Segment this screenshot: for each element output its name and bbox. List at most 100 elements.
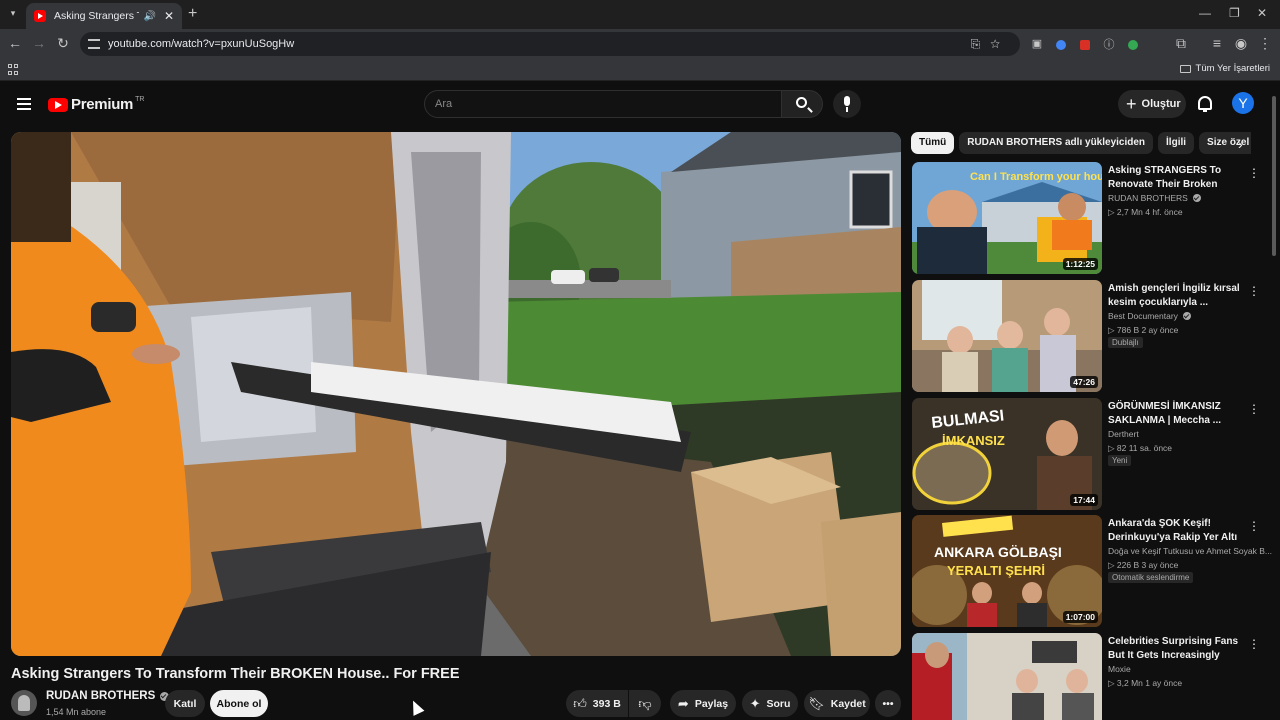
dubbed-badge: Dublajlı bbox=[1108, 337, 1143, 348]
recommendation-title[interactable]: Ankara'da ŞOK Keşif! Derinkuyu'ya Rakip … bbox=[1108, 517, 1242, 545]
channel-text: Derthert bbox=[1108, 429, 1139, 439]
close-tab-icon[interactable]: ✕ bbox=[164, 9, 174, 23]
account-avatar[interactable]: Y bbox=[1232, 92, 1254, 114]
more-vertical-icon[interactable]: ⋮ bbox=[1248, 402, 1260, 416]
chip-all[interactable]: Tümü bbox=[911, 132, 955, 154]
chip-for-you[interactable]: Size özel bbox=[1199, 132, 1251, 154]
recommendation-channel[interactable]: Best Documentary bbox=[1108, 311, 1191, 321]
youtube-play-icon bbox=[48, 97, 68, 112]
save-button[interactable]: 🔖︎ Kaydet bbox=[804, 690, 870, 717]
extension-red-icon[interactable] bbox=[1076, 37, 1094, 53]
video-title: Asking Strangers To Transform Their BROK… bbox=[11, 666, 460, 682]
create-button[interactable]: + Oluştur bbox=[1118, 90, 1186, 118]
extension-green-icon[interactable] bbox=[1124, 37, 1142, 53]
page-scrollbar[interactable] bbox=[1272, 96, 1276, 256]
recommendation-item[interactable]: 47:26 Amish gençleri İngiliz kırsal kesi… bbox=[912, 280, 1260, 392]
recommendation-title[interactable]: Asking STRANGERS To Renovate Their Broke… bbox=[1108, 164, 1242, 192]
video-thumbnail[interactable] bbox=[912, 633, 1102, 720]
more-vertical-icon[interactable]: ⋮ bbox=[1248, 166, 1260, 180]
bookmark-icon: 🔖︎ bbox=[808, 695, 825, 711]
recommendation-title[interactable]: GÖRÜNMESİ İMKANSIZ SAKLANMA | Meccha ... bbox=[1108, 400, 1242, 428]
restore-icon[interactable]: ❐ bbox=[1229, 6, 1240, 20]
like-button[interactable]: 👍︎ 393 B bbox=[566, 690, 628, 717]
channel-text: RUDAN BROTHERS bbox=[1108, 193, 1188, 203]
search-button[interactable] bbox=[781, 90, 823, 118]
channel-name-text: RUDAN BROTHERS bbox=[46, 690, 156, 702]
thumbnail-caption: Can I Transform your house? bbox=[970, 171, 1102, 183]
ask-button[interactable]: ✦ Soru bbox=[742, 690, 798, 717]
recommendation-item[interactable]: Can I Transform your house? 1:12:25 Aski… bbox=[912, 162, 1260, 274]
like-count: 393 B bbox=[592, 697, 621, 710]
verified-badge-icon bbox=[1182, 312, 1191, 320]
extension-icon[interactable]: ▣ bbox=[1028, 37, 1046, 50]
recommendation-channel[interactable]: Doğa ve Keşif Tutkusu ve Ahmet Soyak B..… bbox=[1108, 546, 1272, 556]
share-label: Paylaş bbox=[694, 697, 729, 710]
subscribe-button[interactable]: Abone ol bbox=[210, 690, 268, 717]
minimize-icon[interactable]: — bbox=[1199, 6, 1211, 20]
recommendation-item[interactable]: BULMASI İMKANSIZ 17:44 GÖRÜNMESİ İMKANSI… bbox=[912, 398, 1260, 510]
chip-from-uploader[interactable]: RUDAN BROTHERS adlı yükleyiciden bbox=[959, 132, 1154, 154]
all-bookmarks-button[interactable]: Tüm Yer İşaretleri bbox=[1179, 63, 1270, 74]
address-bar[interactable]: youtube.com/watch?v=pxunUuSogHw ⎘☆ bbox=[80, 32, 1020, 56]
recommendation-title[interactable]: Amish gençleri İngiliz kırsal kesim çocu… bbox=[1108, 282, 1242, 310]
recommendation-item[interactable]: ANKARA GÖLBAŞI YERALTI ŞEHRİ 1:07:00 Ank… bbox=[912, 515, 1272, 627]
more-vertical-icon[interactable]: ⋮ bbox=[1248, 519, 1260, 533]
new-tab-icon[interactable]: + bbox=[188, 5, 197, 23]
recommendation-channel[interactable]: Derthert bbox=[1108, 429, 1139, 439]
folder-icon bbox=[1179, 64, 1191, 73]
video-thumbnail[interactable]: Can I Transform your house? 1:12:25 bbox=[912, 162, 1102, 274]
browser-menu-icon[interactable]: ⋮ bbox=[1256, 35, 1274, 52]
save-label: Kaydet bbox=[830, 697, 866, 710]
profile-icon[interactable]: ◉ bbox=[1232, 35, 1250, 52]
video-thumbnail[interactable]: ANKARA GÖLBAŞI YERALTI ŞEHRİ 1:07:00 bbox=[912, 515, 1102, 627]
dislike-button[interactable]: 👎︎ bbox=[629, 690, 661, 717]
region-code: TR bbox=[135, 96, 145, 103]
channel-avatar[interactable] bbox=[11, 690, 37, 716]
recommendation-item[interactable]: Celebrities Surprising Fans But It Gets … bbox=[912, 633, 1260, 720]
back-icon[interactable]: ← bbox=[6, 35, 24, 51]
chevron-right-icon[interactable]: › bbox=[1238, 136, 1243, 152]
extension-blue-icon[interactable] bbox=[1052, 37, 1070, 53]
video-thumbnail[interactable]: 47:26 bbox=[912, 280, 1102, 392]
filter-chips: Tümü RUDAN BROTHERS adlı yükleyiciden İlgi… bbox=[911, 132, 1251, 154]
subscriber-count: 1,54 Mn abone bbox=[46, 707, 107, 717]
chip-related[interactable]: İlgili bbox=[1158, 132, 1195, 154]
tab-search-icon[interactable]: ▾ bbox=[6, 6, 20, 20]
more-actions-icon[interactable]: ••• bbox=[875, 690, 901, 717]
apps-grid-icon[interactable] bbox=[8, 64, 19, 75]
recommendation-channel[interactable]: Moxie bbox=[1108, 664, 1131, 674]
more-vertical-icon[interactable]: ⋮ bbox=[1248, 284, 1260, 298]
search-input[interactable]: Ara bbox=[424, 90, 782, 118]
mouse-cursor-icon bbox=[407, 698, 425, 716]
media-controls-icon[interactable]: ≡ bbox=[1208, 35, 1226, 51]
browser-tab[interactable]: Asking Strangers To Transfo 🔊 ✕ bbox=[26, 3, 182, 29]
recommendation-channel[interactable]: RUDAN BROTHERS bbox=[1108, 193, 1201, 203]
ask-label: Soru bbox=[766, 697, 791, 710]
share-button[interactable]: ➦ Paylaş bbox=[670, 690, 736, 717]
site-info-icon[interactable] bbox=[88, 39, 100, 49]
youtube-premium-logo[interactable]: Premium TR bbox=[48, 96, 144, 113]
extension-info-icon[interactable]: ⓘ bbox=[1100, 36, 1118, 52]
audio-playing-icon[interactable]: 🔊 bbox=[143, 11, 155, 22]
svg-text:İMKANSIZ: İMKANSIZ bbox=[942, 433, 1005, 448]
video-frame-image bbox=[11, 132, 901, 656]
extensions-puzzle-icon[interactable]: ⧉ bbox=[1172, 35, 1190, 52]
voice-search-mic-icon[interactable] bbox=[833, 90, 861, 118]
thumbs-up-icon: 👍︎ bbox=[573, 695, 587, 711]
youtube-favicon-icon bbox=[34, 10, 46, 22]
close-window-icon[interactable]: ✕ bbox=[1257, 6, 1267, 20]
channel-text: Moxie bbox=[1108, 664, 1131, 674]
menu-hamburger-icon[interactable] bbox=[17, 98, 31, 110]
join-button[interactable]: Katıl bbox=[165, 690, 205, 717]
channel-name[interactable]: RUDAN BROTHERS bbox=[46, 690, 170, 702]
video-player[interactable] bbox=[11, 132, 901, 656]
forward-icon[interactable]: → bbox=[30, 35, 48, 51]
thumbs-down-icon: 👎︎ bbox=[638, 695, 652, 711]
more-vertical-icon[interactable]: ⋮ bbox=[1248, 637, 1260, 651]
omnibox-actions[interactable]: ⎘☆ bbox=[971, 37, 1010, 52]
channel-text: Best Documentary bbox=[1108, 311, 1178, 321]
reload-icon[interactable]: ↻ bbox=[54, 35, 72, 52]
video-thumbnail[interactable]: BULMASI İMKANSIZ 17:44 bbox=[912, 398, 1102, 510]
recommendation-title[interactable]: Celebrities Surprising Fans But It Gets … bbox=[1108, 635, 1242, 663]
notifications-bell-icon[interactable] bbox=[1198, 96, 1212, 112]
